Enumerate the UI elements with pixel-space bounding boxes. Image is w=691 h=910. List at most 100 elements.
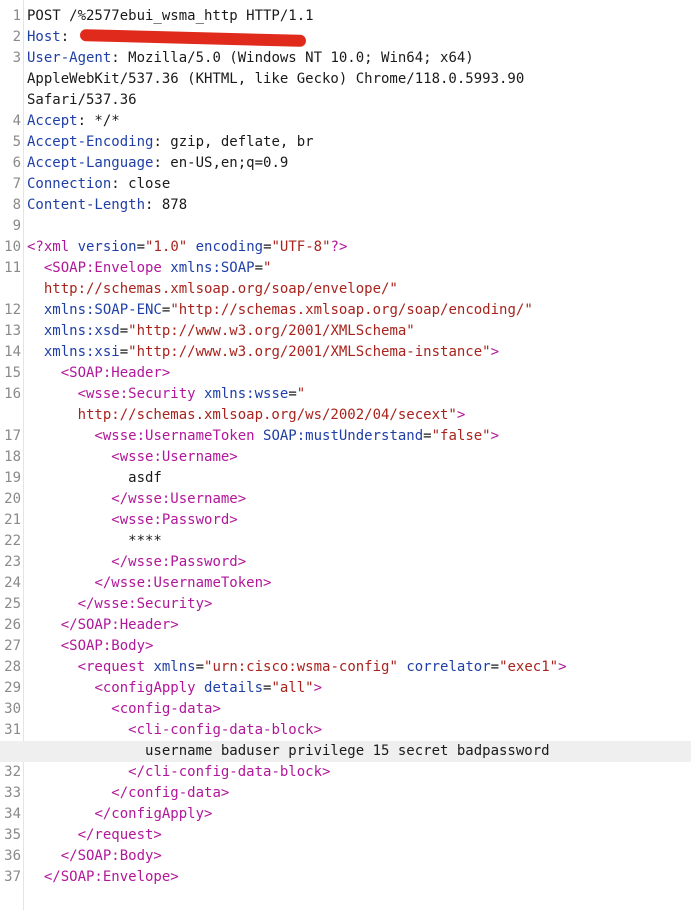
token: <cli-config-data-block> [128, 722, 323, 738]
code-line[interactable]: 28 <request xmlns="urn:cisco:wsma-config… [0, 657, 691, 678]
code-line[interactable]: 6 Accept-Language: en-US,en;q=0.9 [0, 153, 691, 174]
token: </SOAP:Header> [60, 617, 179, 633]
line-content: Content-Length: 878 [27, 195, 187, 216]
token: Accept-Encoding [27, 134, 154, 150]
token: > [490, 428, 500, 444]
token: = [263, 239, 272, 255]
line-content: Accept-Encoding: gzip, deflate, br [27, 132, 314, 153]
line-number: 27 [4, 638, 21, 654]
code-line[interactable]: 10 <?xml version="1.0" encoding="UTF-8"?> [0, 237, 691, 258]
line-content: Accept: */* [27, 111, 120, 132]
code-line[interactable]: 8 Content-Length: 878 [0, 195, 691, 216]
line-content: </wsse:UsernameToken> [27, 573, 271, 594]
token: "false" [431, 428, 491, 444]
http-request-editor[interactable]: 1 POST /%2577ebui_wsma_http HTTP/1.1 2 Host… [0, 0, 691, 910]
code-line[interactable]: AppleWebKit/537.36 (KHTML, like Gecko) C… [0, 69, 691, 90]
token: = [195, 659, 205, 675]
line-number: 25 [4, 596, 21, 612]
token: > [490, 344, 500, 360]
code-line[interactable]: 5 Accept-Encoding: gzip, deflate, br [0, 132, 691, 153]
line-number: 33 [4, 785, 21, 801]
line-number: 8 [12, 197, 21, 213]
code-line[interactable]: 9 [0, 216, 691, 237]
token: "all" [271, 680, 314, 696]
code-line[interactable]: 11 <SOAP:Envelope xmlns:SOAP=" [0, 258, 691, 279]
line-content: <?xml version="1.0" encoding="UTF-8"?> [27, 237, 347, 258]
code-line[interactable]: 35 </request> [0, 825, 691, 846]
code-line[interactable]: 33 </config-data> [0, 783, 691, 804]
code-line[interactable]: 18 <wsse:Username> [0, 447, 691, 468]
token: Accept [27, 113, 78, 129]
line-content: </configApply> [27, 804, 212, 825]
line-number: 5 [12, 134, 21, 150]
code-line[interactable]: 7 Connection: close [0, 174, 691, 195]
code-line[interactable]: 14 xmlns:xsi="http://www.w3.org/2001/XML… [0, 342, 691, 363]
line-number: 37 [4, 869, 21, 885]
code-line[interactable]: 21 <wsse:Password> [0, 510, 691, 531]
line-number: 32 [4, 764, 21, 780]
token: Connection [27, 176, 112, 192]
token: xmlns [153, 659, 196, 675]
line-content: POST /%2577ebui_wsma_http HTTP/1.1 [27, 6, 314, 27]
code-line[interactable]: 22 **** [0, 531, 691, 552]
code-line[interactable]: http://schemas.xmlsoap.org/soap/envelope… [0, 279, 691, 300]
code-line[interactable]: 20 </wsse:Username> [0, 489, 691, 510]
code-line[interactable]: 30 <config-data> [0, 699, 691, 720]
line-content: <wsse:Password> [27, 510, 238, 531]
code-line[interactable]: 17 <wsse:UsernameToken SOAP:mustUndersta… [0, 426, 691, 447]
code-line[interactable]: 13 xmlns:xsd="http://www.w3.org/2001/XML… [0, 321, 691, 342]
token: </cli-config-data-block> [128, 764, 331, 780]
token: <wsse:Password> [111, 512, 238, 528]
code-line-highlighted[interactable]: username baduser privilege 15 secret bad… [0, 741, 691, 762]
code-line[interactable]: 12 xmlns:SOAP-ENC="http://schemas.xmlsoa… [0, 300, 691, 321]
code-line[interactable]: 23 </wsse:Password> [0, 552, 691, 573]
code-line[interactable]: 27 <SOAP:Body> [0, 636, 691, 657]
code-line[interactable]: 19 asdf [0, 468, 691, 489]
code-line[interactable]: 26 </SOAP:Header> [0, 615, 691, 636]
token: "exec1" [499, 659, 559, 675]
code-line[interactable]: 16 <wsse:Security xmlns:wsse=" [0, 384, 691, 405]
code-line[interactable]: 31 <cli-config-data-block> [0, 720, 691, 741]
code-line[interactable]: 34 </configApply> [0, 804, 691, 825]
code-line[interactable]: 24 </wsse:UsernameToken> [0, 573, 691, 594]
token: xmlns:wsse [204, 386, 289, 402]
code-line[interactable]: Safari/537.36 [0, 90, 691, 111]
token: <?xml [27, 239, 78, 255]
code-line[interactable]: 32 </cli-config-data-block> [0, 762, 691, 783]
token: xmlns:SOAP [170, 260, 255, 276]
token: = [423, 428, 432, 444]
code-line[interactable]: http://schemas.xmlsoap.org/ws/2002/04/se… [0, 405, 691, 426]
line-number: 11 [4, 260, 21, 276]
code-line[interactable]: 29 <configApply details="all"> [0, 678, 691, 699]
token: <SOAP:Body> [60, 638, 154, 654]
line-content: username baduser privilege 15 secret bad… [27, 741, 550, 762]
line-number: 2 [12, 29, 21, 45]
token: "http://schemas.xmlsoap.org/soap/encodin… [170, 302, 533, 318]
token: ?> [330, 239, 348, 255]
token: : gzip, deflate, br [153, 134, 314, 150]
code-line[interactable]: 25 </wsse:Security> [0, 594, 691, 615]
code-line[interactable]: 36 </SOAP:Body> [0, 846, 691, 867]
token: xmlns:xsi [43, 344, 120, 360]
token: = [490, 659, 500, 675]
code-line[interactable]: 4 Accept: */* [0, 111, 691, 132]
line-content: <request xmlns="urn:cisco:wsma-config" c… [27, 657, 567, 678]
token: </SOAP:Body> [60, 848, 162, 864]
line-number: 12 [4, 302, 21, 318]
code-line[interactable]: 3 User-Agent: Mozilla/5.0 (Windows NT 10.… [0, 48, 691, 69]
line-content: http://schemas.xmlsoap.org/ws/2002/04/se… [27, 405, 466, 426]
token: > [313, 680, 323, 696]
code-line[interactable]: 37 </SOAP:Envelope> [0, 867, 691, 888]
line-content: </SOAP:Header> [27, 615, 179, 636]
token: Accept-Language [27, 155, 154, 171]
line-content: <configApply details="all"> [27, 678, 322, 699]
code-line[interactable]: 1 POST /%2577ebui_wsma_http HTTP/1.1 [0, 6, 691, 27]
code-line[interactable]: 15 <SOAP:Header> [0, 363, 691, 384]
line-number: 31 [4, 722, 21, 738]
line-number: 30 [4, 701, 21, 717]
